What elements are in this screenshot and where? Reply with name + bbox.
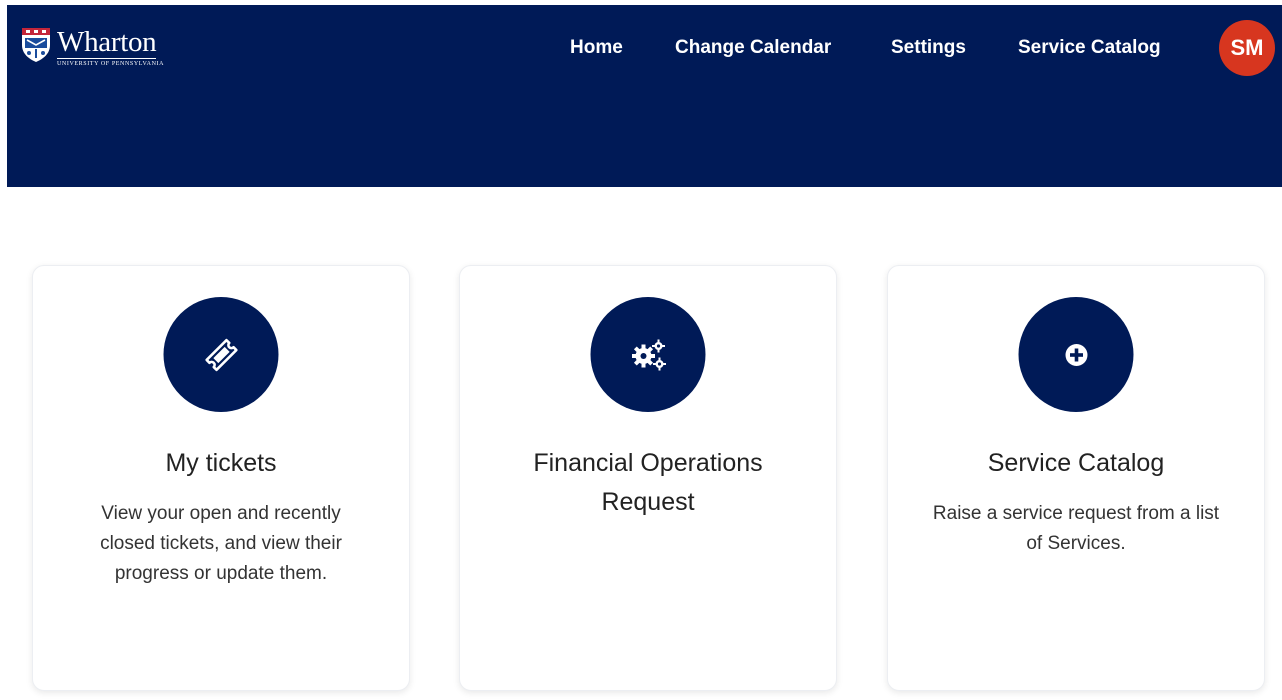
- card-title: Service Catalog: [987, 449, 1165, 477]
- user-initials: SM: [1230, 35, 1264, 60]
- page: Wharton University of Pennsylvania Home …: [0, 0, 1282, 700]
- nav-change-calendar-link[interactable]: Change Calendar: [675, 36, 831, 60]
- card-icon-circle: [1018, 297, 1134, 412]
- ticket-icon: [204, 338, 238, 371]
- logo-wordmark: Wharton: [57, 26, 157, 59]
- nav-home-link[interactable]: Home: [570, 36, 623, 60]
- plus-circle-icon: [1065, 343, 1087, 366]
- logo-subtitle: University of Pennsylvania: [57, 61, 165, 67]
- card-icon-circle: [590, 297, 706, 412]
- card-icon-circle: [163, 297, 279, 412]
- card-title: My tickets: [165, 449, 277, 477]
- gears-icon: [631, 339, 666, 370]
- card-title: Financial Operations Request: [533, 449, 763, 516]
- penn-shield-icon: [22, 28, 50, 62]
- nav-settings-link[interactable]: Settings: [891, 36, 966, 60]
- card-my-tickets[interactable]: My tickets View your open and recently c…: [32, 265, 410, 691]
- card-financial-operations-request[interactable]: Financial Operations Request: [459, 265, 837, 691]
- card-description: View your open and recently closed ticke…: [100, 503, 342, 584]
- wharton-logo[interactable]: Wharton University of Pennsylvania: [21, 27, 164, 67]
- card-description: Raise a service request from a list of S…: [932, 503, 1220, 554]
- user-avatar[interactable]: SM: [1219, 20, 1275, 76]
- nav-service-catalog-link[interactable]: Service Catalog: [1018, 36, 1161, 60]
- top-header: Wharton University of Pennsylvania Home …: [7, 5, 1282, 187]
- card-service-catalog[interactable]: Service Catalog Raise a service request …: [887, 265, 1265, 691]
